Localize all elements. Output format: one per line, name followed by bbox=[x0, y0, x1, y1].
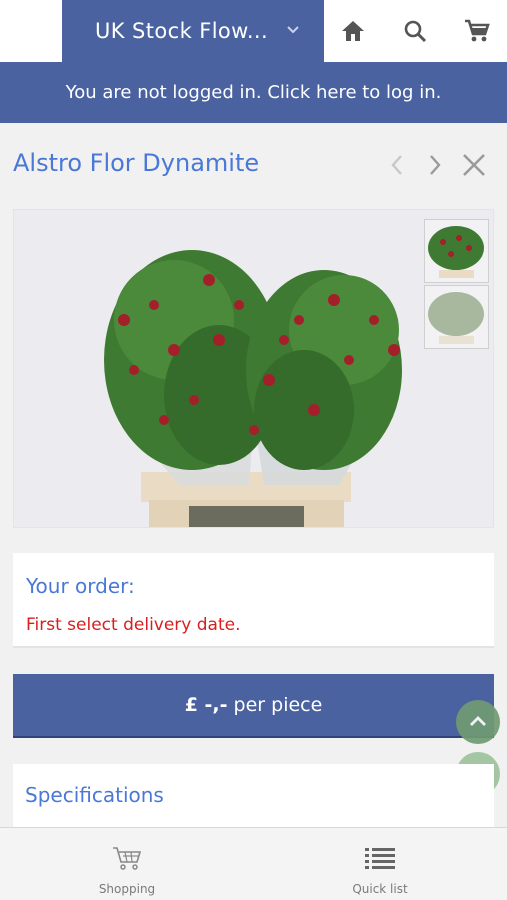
nav-shopping[interactable]: Shopping bbox=[0, 828, 254, 900]
list-icon bbox=[365, 848, 395, 869]
store-name: UK Stock Flow... bbox=[95, 19, 269, 43]
thumbnail-strip bbox=[424, 219, 489, 351]
home-icon[interactable] bbox=[338, 16, 368, 46]
store-selector[interactable]: UK Stock Flow... bbox=[62, 0, 324, 62]
product-title: Alstro Flor Dynamite bbox=[13, 149, 260, 177]
next-arrow-icon[interactable] bbox=[422, 151, 448, 179]
shopping-cart-icon bbox=[113, 847, 142, 870]
price-value: £ -,- bbox=[184, 694, 228, 716]
cart-icon[interactable] bbox=[462, 16, 492, 46]
delivery-date-warning: First select delivery date. bbox=[26, 615, 241, 635]
product-image[interactable] bbox=[13, 209, 494, 528]
thumbnail-1[interactable] bbox=[424, 219, 489, 283]
scroll-up-button[interactable] bbox=[456, 700, 500, 744]
chevron-up-icon bbox=[470, 716, 486, 726]
bottom-navigation: Shopping Quick list bbox=[0, 827, 507, 900]
order-title: Your order: bbox=[26, 574, 135, 598]
nav-quick-list-label: Quick list bbox=[352, 882, 408, 896]
search-icon[interactable] bbox=[400, 16, 430, 46]
nav-quick-list[interactable]: Quick list bbox=[253, 828, 507, 900]
product-header: Alstro Flor Dynamite bbox=[0, 123, 507, 208]
thumbnail-2[interactable] bbox=[424, 285, 489, 349]
chevron-down-icon bbox=[287, 26, 299, 34]
prev-arrow-icon[interactable] bbox=[384, 151, 410, 179]
specifications-card[interactable]: Specifications bbox=[13, 764, 494, 827]
nav-shopping-label: Shopping bbox=[98, 882, 156, 896]
top-bar: UK Stock Flow... bbox=[0, 0, 507, 62]
login-banner[interactable]: You are not logged in. Click here to log… bbox=[0, 62, 507, 123]
specifications-title: Specifications bbox=[25, 783, 164, 807]
close-icon[interactable] bbox=[461, 151, 487, 179]
order-card: Your order: First select delivery date. bbox=[13, 553, 494, 648]
price-unit: per piece bbox=[233, 694, 323, 716]
price-button[interactable]: £ -,- per piece bbox=[13, 674, 494, 738]
